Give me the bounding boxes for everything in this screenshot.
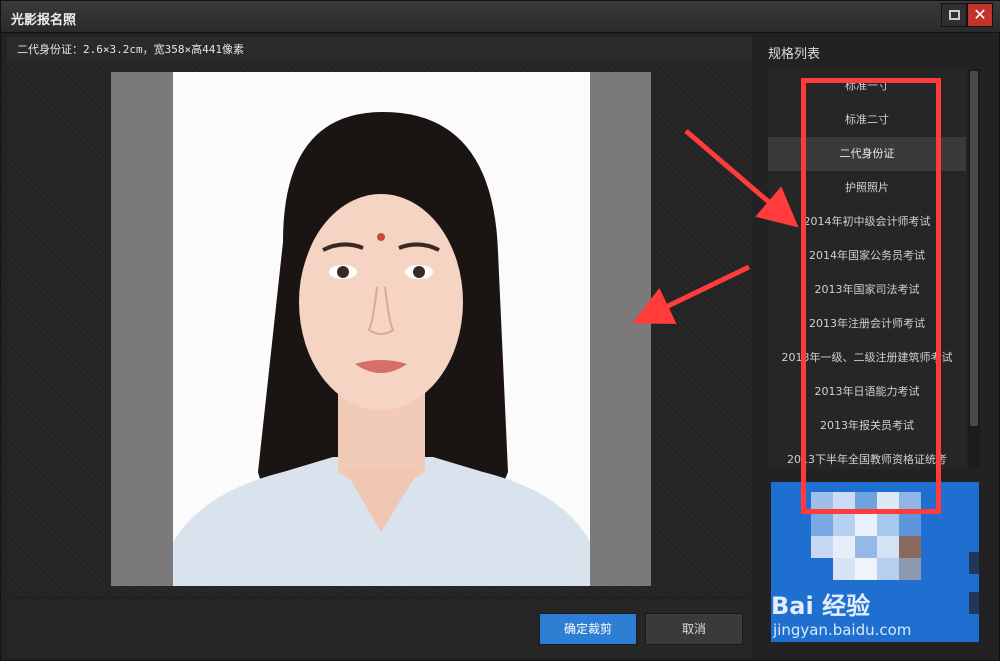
crop-canvas[interactable] [7,61,752,596]
action-bar: 确定裁剪 取消 [7,599,752,657]
portrait-photo[interactable] [173,72,590,586]
spec-item-civil-service-2014[interactable]: 2014年国家公务员考试 [768,239,966,273]
maximize-button[interactable] [941,3,967,27]
cancel-button[interactable]: 取消 [645,613,743,645]
scroll-thumb[interactable] [970,71,978,426]
spec-list-scrollbar[interactable] [968,69,980,469]
maximize-icon [948,10,960,20]
spec-info-text: 二代身份证：2.6×3.2cm，宽358×高441像素 [17,43,244,56]
spec-item-customs-2013[interactable]: 2013年报关员考试 [768,409,966,443]
spec-preview-image [771,482,979,642]
spec-item-teacher-2013[interactable]: 2013下半年全国教师资格证统考 [768,443,966,469]
close-button[interactable]: ✕ [967,3,993,27]
spec-item-standard-1in[interactable]: 标准一寸 [768,69,966,103]
window-title: 光影报名照 [11,13,77,28]
spec-item-architect-2013[interactable]: 2013年一级、二级注册建筑师考试 [768,341,966,375]
portrait-illustration [173,72,590,586]
title-bar[interactable]: 光影报名照 ✕ [1,1,1000,33]
photo-frame [111,72,651,586]
confirm-crop-button[interactable]: 确定裁剪 [539,613,637,645]
app-window: 光影报名照 ✕ 二代身份证：2.6×3.2cm，宽358×高441像素 确定裁剪… [0,0,1000,661]
spec-item-passport[interactable]: 护照照片 [768,171,966,205]
spec-item-japanese-2013[interactable]: 2013年日语能力考试 [768,375,966,409]
spec-item-accountant-2014[interactable]: 2014年初中级会计师考试 [768,205,966,239]
pixelated-preview [771,482,979,642]
spec-info-bar: 二代身份证：2.6×3.2cm，宽358×高441像素 [7,37,752,61]
spec-item-judicial-2013[interactable]: 2013年国家司法考试 [768,273,966,307]
spec-list-title: 规格列表 [768,47,821,62]
spec-item-cpa-2013[interactable]: 2013年注册会计师考试 [768,307,966,341]
spec-item-id-card[interactable]: 二代身份证 [768,137,966,171]
spec-panel: 规格列表 标准一寸 标准二寸 二代身份证 护照照片 2014年初中级会计师考试 … [756,35,996,659]
spec-list[interactable]: 标准一寸 标准二寸 二代身份证 护照照片 2014年初中级会计师考试 2014年… [768,69,966,469]
spec-item-standard-2in[interactable]: 标准二寸 [768,103,966,137]
close-icon: ✕ [973,5,987,24]
